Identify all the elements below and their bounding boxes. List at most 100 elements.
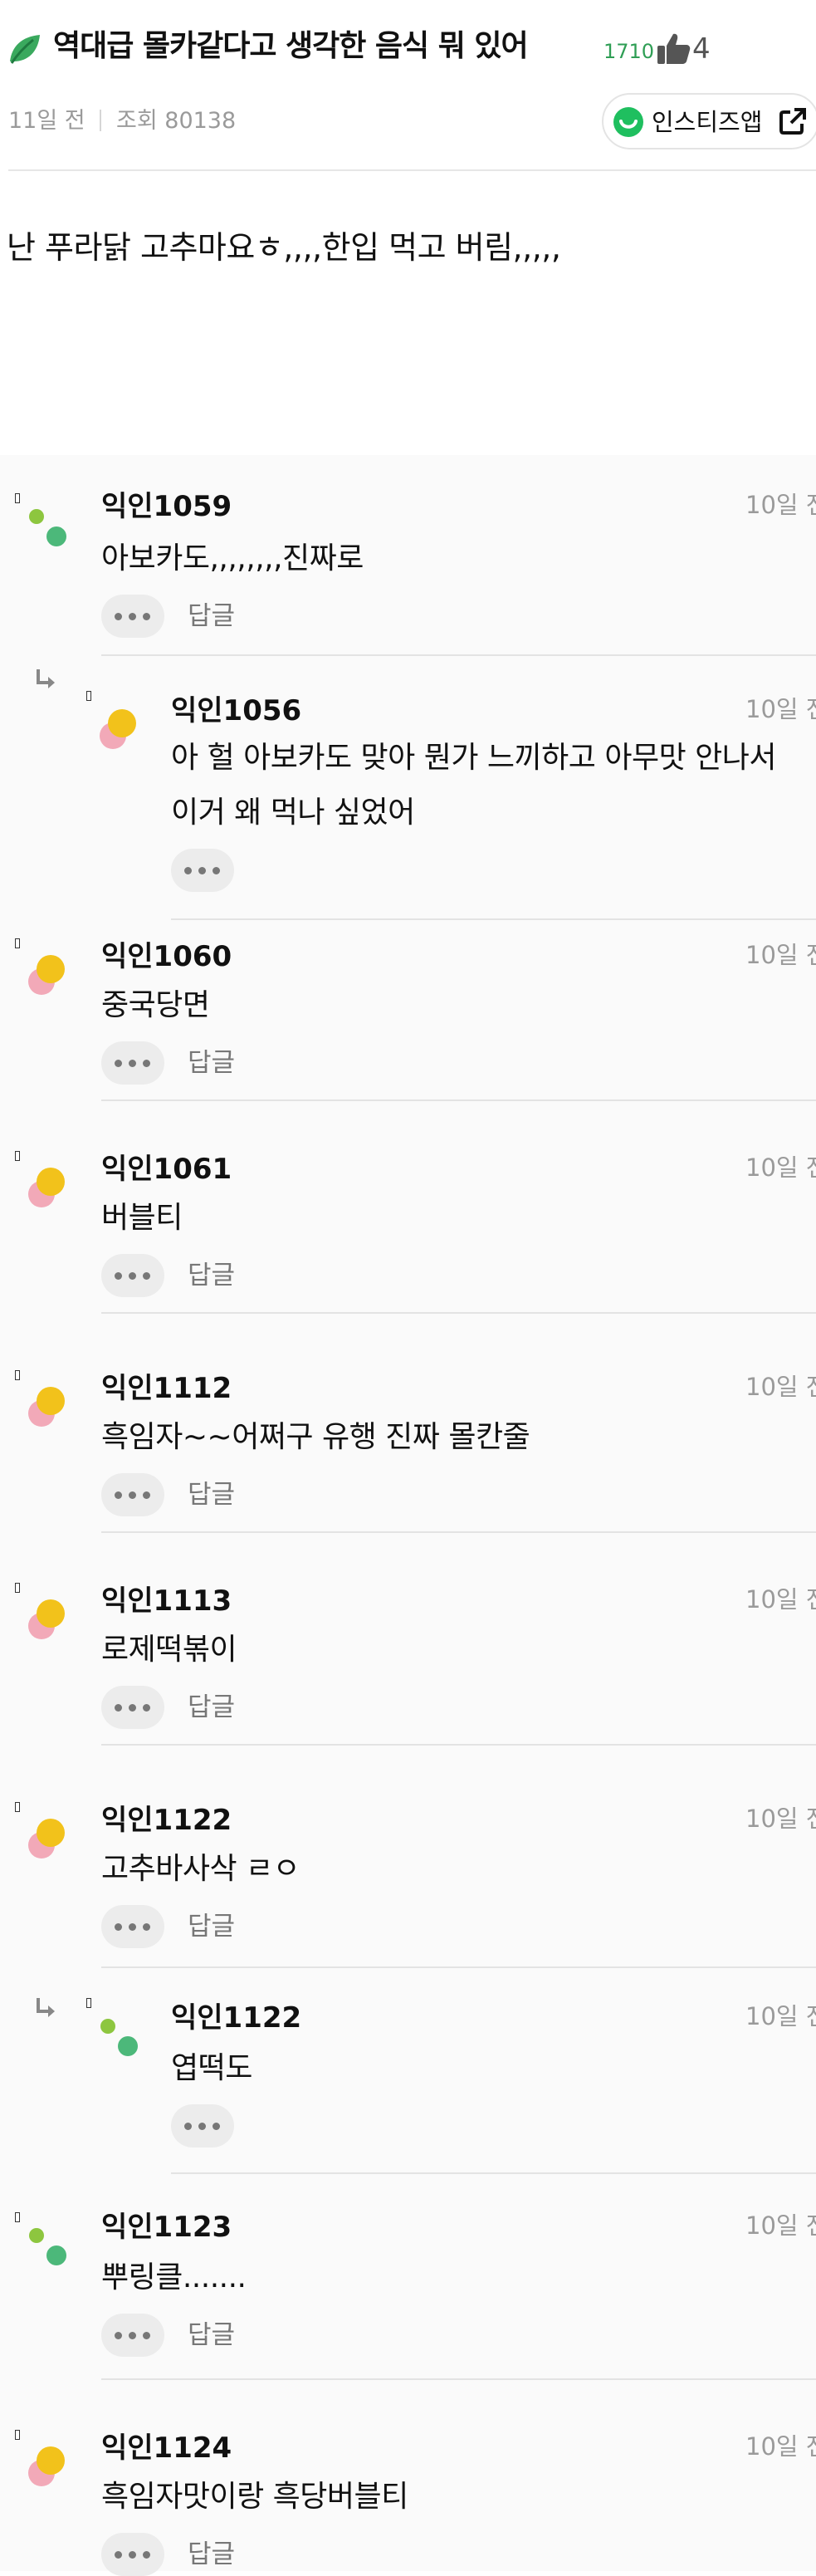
reply-item: 익인1122 10일 전 엽떡도 <box>0 1996 816 2206</box>
comment-time: 10일 전 <box>745 491 816 519</box>
open-app-button[interactable]: 인스티즈앱 <box>602 93 816 149</box>
reply-button[interactable]: 답글 <box>188 1046 235 1080</box>
comment-list: 익인1059 10일 전 아보카도,,,,,,,,진짜로 답글 익인1056 1… <box>0 455 816 2576</box>
pin-icon <box>15 2430 20 2440</box>
comment-author[interactable]: 익인1122 <box>101 1802 232 1839</box>
comment-item: 익인1112 10일 전 흑임자~~어쩌구 유행 진짜 몰칸줄 답글 <box>0 1359 816 1571</box>
post-title: 역대급 몰카같다고 생각한 음식 뭐 있어 <box>53 29 529 63</box>
more-options-button[interactable] <box>101 1254 164 1297</box>
comment-item: 익인1061 10일 전 버블티 답글 <box>0 1139 816 1359</box>
like-count: 4 <box>692 32 711 66</box>
comment-author[interactable]: 익인1112 <box>101 1370 232 1407</box>
post-header: 역대급 몰카같다고 생각한 음식 뭐 있어 1710 4 11일 전 조회 80… <box>0 0 816 171</box>
pin-icon <box>15 1802 20 1812</box>
comment-text: 아보카도,,,,,,,,진짜로 <box>101 541 364 575</box>
pin-icon <box>86 691 91 701</box>
comment-time: 10일 전 <box>745 2002 816 2030</box>
comment-item: 익인1122 10일 전 고추바사삭 ㄹㅇ 답글 <box>0 1790 816 1996</box>
comment-divider <box>101 1312 816 1314</box>
comment-time: 10일 전 <box>745 941 816 969</box>
pin-icon <box>86 1998 91 2008</box>
more-options-button[interactable] <box>101 1473 164 1516</box>
pin-icon <box>15 2212 20 2222</box>
pin-icon <box>15 938 20 948</box>
reply-button[interactable]: 답글 <box>188 1909 235 1944</box>
more-options-button[interactable] <box>171 2104 234 2147</box>
pin-icon <box>15 1370 20 1380</box>
comment-author[interactable]: 익인1060 <box>101 938 232 975</box>
comment-item: 익인1113 10일 전 로제떡볶이 답글 <box>0 1571 816 1790</box>
comment-divider <box>101 1531 816 1533</box>
comment-divider <box>101 654 816 656</box>
comment-time: 10일 전 <box>745 2432 816 2461</box>
comment-text: 고추바사삭 ㄹㅇ <box>101 1852 301 1886</box>
pin-icon <box>15 1583 20 1593</box>
leaf-icon <box>10 35 40 64</box>
more-options-button[interactable] <box>101 2533 164 2576</box>
avatar-moon-icon <box>28 1387 65 1427</box>
comment-divider <box>101 1966 816 1968</box>
reply-button[interactable]: 답글 <box>188 1477 235 1512</box>
view-count: 조회 80138 <box>116 108 237 134</box>
more-options-button[interactable] <box>101 2314 164 2357</box>
comment-text-line1: 아 헐 아보카도 맞아 뭔가 느끼하고 아무맛 안나서 <box>171 741 777 775</box>
comment-time: 10일 전 <box>745 1153 816 1182</box>
comment-text: 뿌링클....... <box>101 2260 247 2294</box>
avatar-moon-icon <box>28 1599 65 1639</box>
avatar-moon-icon <box>28 955 65 995</box>
reply-arrow-icon <box>37 1998 55 2017</box>
reply-button[interactable]: 답글 <box>188 599 235 634</box>
open-app-label: 인스티즈앱 <box>652 108 763 136</box>
comment-time: 10일 전 <box>745 695 816 723</box>
avatar-moon-icon <box>28 2446 65 2486</box>
comment-author[interactable]: 익인1059 <box>101 488 232 525</box>
reply-arrow-icon <box>37 669 55 688</box>
comment-time: 10일 전 <box>745 1373 816 1401</box>
comment-author[interactable]: 익인1124 <box>101 2430 232 2466</box>
comment-time: 10일 전 <box>745 1585 816 1614</box>
pin-icon <box>15 493 20 503</box>
comment-item: 익인1059 10일 전 아보카도,,,,,,,,진짜로 답글 <box>0 455 816 661</box>
avatar-dots-icon <box>29 509 66 546</box>
thumbs-up-icon[interactable] <box>655 31 691 67</box>
comment-item: 익인1060 10일 전 중국당면 답글 <box>0 927 816 1139</box>
comment-author[interactable]: 익인1113 <box>101 1583 232 1619</box>
comment-divider <box>101 1744 816 1746</box>
comment-author[interactable]: 익인1122 <box>171 2000 301 2036</box>
comment-item: 익인1123 10일 전 뿌링클....... 답글 <box>0 2206 816 2418</box>
comment-divider <box>101 1099 816 1101</box>
comment-author[interactable]: 익인1061 <box>101 1151 232 1188</box>
more-options-button[interactable] <box>101 1041 164 1085</box>
header-divider <box>8 169 816 171</box>
comment-item: 익인1124 10일 전 흑임자맛이랑 흑당버블티 답글 <box>0 2418 816 2576</box>
more-options-button[interactable] <box>101 595 164 638</box>
avatar-moon-icon <box>100 709 136 749</box>
comment-text: 엽떡도 <box>171 2051 252 2085</box>
avatar-moon-icon <box>28 1819 65 1859</box>
reply-button[interactable]: 답글 <box>188 2318 235 2353</box>
comment-text: 중국당면 <box>101 988 210 1022</box>
reply-button[interactable]: 답글 <box>188 1690 235 1725</box>
avatar-dots-icon <box>29 2228 66 2265</box>
smile-logo-icon <box>613 107 643 137</box>
reply-button[interactable]: 답글 <box>188 1258 235 1293</box>
pin-icon <box>15 1151 20 1161</box>
post-time: 11일 전 <box>8 108 86 134</box>
reply-button[interactable]: 답글 <box>188 2537 235 2572</box>
avatar-moon-icon <box>28 1168 65 1207</box>
more-options-button[interactable] <box>101 1905 164 1948</box>
comment-author[interactable]: 익인1123 <box>101 2209 232 2245</box>
reply-item: 익인1056 10일 전 아 헐 아보카도 맞아 뭔가 느끼하고 아무맛 안나서… <box>0 661 816 927</box>
comment-text-line2: 이거 왜 먹나 싶었어 <box>171 796 415 830</box>
comment-divider <box>171 918 816 920</box>
comment-divider <box>101 2378 816 2380</box>
comment-time: 10일 전 <box>745 1805 816 1833</box>
comment-text: 버블티 <box>101 1201 183 1235</box>
external-link-icon <box>779 108 806 135</box>
meta-divider <box>100 110 101 131</box>
more-options-button[interactable] <box>101 1686 164 1729</box>
more-options-button[interactable] <box>171 849 234 892</box>
post-body: 난 푸라닭 고추마요ㅎ,,,,한입 먹고 버림,,,,, <box>7 229 561 266</box>
comment-author[interactable]: 익인1056 <box>171 693 301 729</box>
comment-divider <box>171 2172 816 2174</box>
